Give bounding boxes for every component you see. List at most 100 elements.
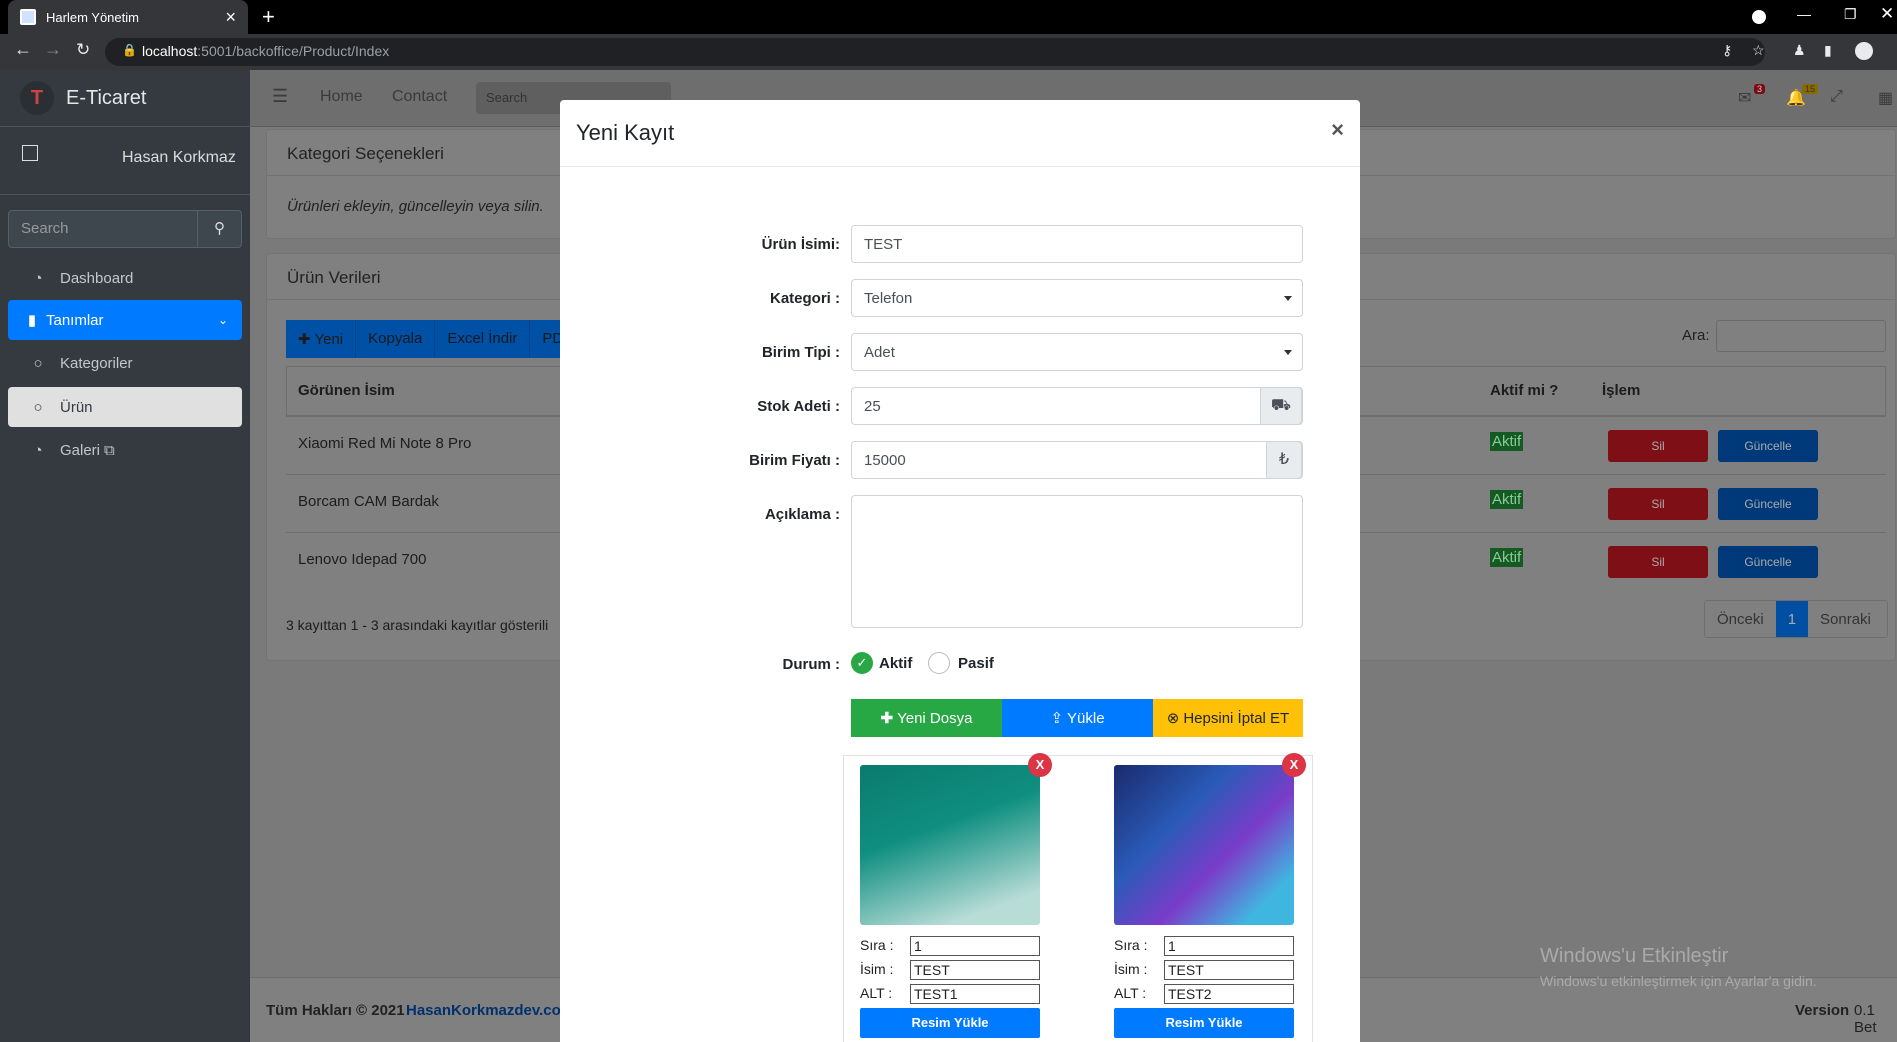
update-button[interactable]: Güncelle <box>1718 488 1818 520</box>
search-label: Ara: <box>1682 327 1710 344</box>
modal-title: Yeni Kayıt <box>576 120 675 145</box>
modal-header: Yeni Kayıt × <box>560 100 1360 167</box>
reload-icon[interactable]: ↻ <box>76 40 90 60</box>
label-category: Kategori : <box>769 290 840 307</box>
col-header-name[interactable]: Görünen İsim <box>298 382 395 399</box>
apps-grid-icon[interactable]: ▦ <box>1878 88 1893 108</box>
pager-current[interactable]: 1 <box>1775 601 1809 637</box>
times-circle-icon: ⊗ <box>1166 710 1180 727</box>
cancel-all-button[interactable]: ⊗ Hepsini İptal ET <box>1153 699 1303 737</box>
browser-tab-strip: Harlem Yönetim × + — ❐ ✕ <box>0 0 1897 34</box>
upload-button[interactable]: ⇪ Yükle <box>1002 699 1153 737</box>
alt-label: ALT : <box>860 985 893 1001</box>
delete-button[interactable]: Sil <box>1608 430 1708 462</box>
extension-icon[interactable]: ♟ <box>1793 42 1806 59</box>
brand-text: E-Ticaret <box>66 86 147 109</box>
search-icon[interactable]: ⚲ <box>197 211 241 247</box>
status-badge: Aktif <box>1490 432 1524 451</box>
table-toolbar: ✚ Yeni Kopyala Excel İndir PD <box>286 320 577 358</box>
delete-button[interactable]: Sil <box>1608 488 1708 520</box>
dolly-icon: ⛟ <box>1260 387 1302 425</box>
order-input[interactable]: 1 <box>910 936 1040 956</box>
browser-tab[interactable]: Harlem Yönetim × <box>8 0 248 34</box>
sidebar-item-dashboard[interactable]: ◔ Dashboard <box>8 258 242 298</box>
radio-passive-label[interactable]: Pasif <box>958 655 994 672</box>
radio-active[interactable]: ✓ <box>851 652 873 674</box>
sidebar-search-input[interactable]: Search ⚲ <box>8 210 242 248</box>
profile-menu-icon[interactable] <box>1752 10 1766 24</box>
brand[interactable]: T E-Ticaret <box>0 70 250 127</box>
order-label: Sıra : <box>1114 937 1148 953</box>
update-button[interactable]: Güncelle <box>1718 546 1818 578</box>
star-icon[interactable]: ☆ <box>1752 42 1765 59</box>
price-input[interactable]: 15000 ₺ <box>851 441 1303 479</box>
user-panel: Hasan Korkmaz <box>0 127 250 195</box>
fullscreen-icon[interactable]: ⤢ <box>1830 88 1843 106</box>
sidebar-item-tanimlar[interactable]: ▮ Tanımlar ⌄ <box>8 300 242 340</box>
category-select[interactable]: Telefon <box>851 279 1303 317</box>
pager-next[interactable]: Sonraki <box>1808 601 1883 637</box>
user-checkbox[interactable] <box>22 145 38 161</box>
dashboard-icon: ◔ <box>33 269 43 287</box>
label-stock: Stok Adeti : <box>757 398 840 415</box>
footer-site-link[interactable]: HasanKorkmazdev.co <box>406 1002 561 1019</box>
new-record-modal: Yeni Kayıt × Ürün İsimi: TEST Kategori :… <box>560 100 1360 1042</box>
nav-home-link[interactable]: Home <box>320 88 363 106</box>
new-tab-icon[interactable]: + <box>262 4 275 30</box>
alt-input[interactable]: TEST1 <box>910 984 1040 1004</box>
remove-image-button[interactable]: X <box>1028 753 1052 777</box>
col-header-action[interactable]: İşlem <box>1602 382 1640 399</box>
messages-icon[interactable]: ✉ <box>1738 88 1751 108</box>
version-value: 0.1 Bet <box>1854 1002 1877 1036</box>
stock-input[interactable]: 25 ⛟ <box>851 387 1303 425</box>
excel-button[interactable]: Excel İndir <box>435 320 531 358</box>
delete-button[interactable]: Sil <box>1608 546 1708 578</box>
alt-label: ALT : <box>1114 985 1147 1001</box>
sidebar-item-kategoriler[interactable]: ○ Kategoriler <box>8 343 242 383</box>
copy-button[interactable]: Kopyala <box>356 320 436 358</box>
forward-icon[interactable]: → <box>44 39 62 60</box>
update-button[interactable]: Güncelle <box>1718 430 1818 462</box>
label-status: Durum : <box>782 656 841 673</box>
sidebar-item-urun[interactable]: ○ Ürün <box>8 387 242 427</box>
label-description: Açıklama : <box>764 506 840 523</box>
sidepanel-icon[interactable]: ▮ <box>1824 42 1832 59</box>
lira-icon: ₺ <box>1266 441 1302 479</box>
radio-active-label[interactable]: Aktif <box>879 655 912 672</box>
minimize-icon[interactable]: — <box>1797 6 1811 22</box>
name-label: İsim : <box>1114 961 1148 977</box>
new-file-button[interactable]: ✚ Yeni Dosya <box>851 699 1002 737</box>
product-name-input[interactable]: TEST <box>851 225 1303 263</box>
close-tab-icon[interactable]: × <box>225 7 236 28</box>
sidebar-item-galeri[interactable]: ◔ Galeri ⧉ <box>8 430 242 470</box>
radio-passive[interactable] <box>928 652 950 674</box>
nav-contact-link[interactable]: Contact <box>392 88 447 106</box>
user-name[interactable]: Hasan Korkmaz <box>122 149 236 167</box>
hamburger-icon[interactable]: ☰ <box>272 86 288 107</box>
back-icon[interactable]: ← <box>14 39 32 60</box>
image-upload-button[interactable]: Resim Yükle <box>860 1008 1040 1038</box>
description-textarea[interactable] <box>851 495 1303 628</box>
new-button[interactable]: ✚ Yeni <box>286 320 357 358</box>
restore-icon[interactable]: ❐ <box>1844 6 1857 23</box>
upload-toolbar: ✚ Yeni Dosya ⇪ Yükle ⊗ Hepsini İptal ET <box>851 699 1303 737</box>
gallery-icon: ⧉ <box>104 441 115 459</box>
image-name-input[interactable]: TEST <box>1164 960 1294 980</box>
table-search-input[interactable] <box>1716 320 1886 352</box>
account-icon[interactable] <box>1855 42 1873 60</box>
url-text[interactable]: localhost:5001/backoffice/Product/Index <box>142 43 389 59</box>
pager-prev[interactable]: Önceki <box>1705 601 1776 637</box>
close-icon[interactable]: × <box>1331 117 1344 143</box>
image-name-input[interactable]: TEST <box>910 960 1040 980</box>
unit-select[interactable]: Adet <box>851 333 1303 371</box>
page-icon <box>20 9 36 25</box>
key-icon[interactable]: ⚷ <box>1722 42 1732 59</box>
windows-activation-title: Windows'u Etkinleştir <box>1540 945 1729 967</box>
remove-image-button[interactable]: X <box>1282 753 1306 777</box>
alt-input[interactable]: TEST2 <box>1164 984 1294 1004</box>
order-input[interactable]: 1 <box>1164 936 1294 956</box>
lock-icon: 🔒 <box>122 43 137 57</box>
col-header-active[interactable]: Aktif mi ? <box>1490 382 1558 399</box>
image-upload-button[interactable]: Resim Yükle <box>1114 1008 1294 1038</box>
close-window-icon[interactable]: ✕ <box>1880 4 1894 24</box>
